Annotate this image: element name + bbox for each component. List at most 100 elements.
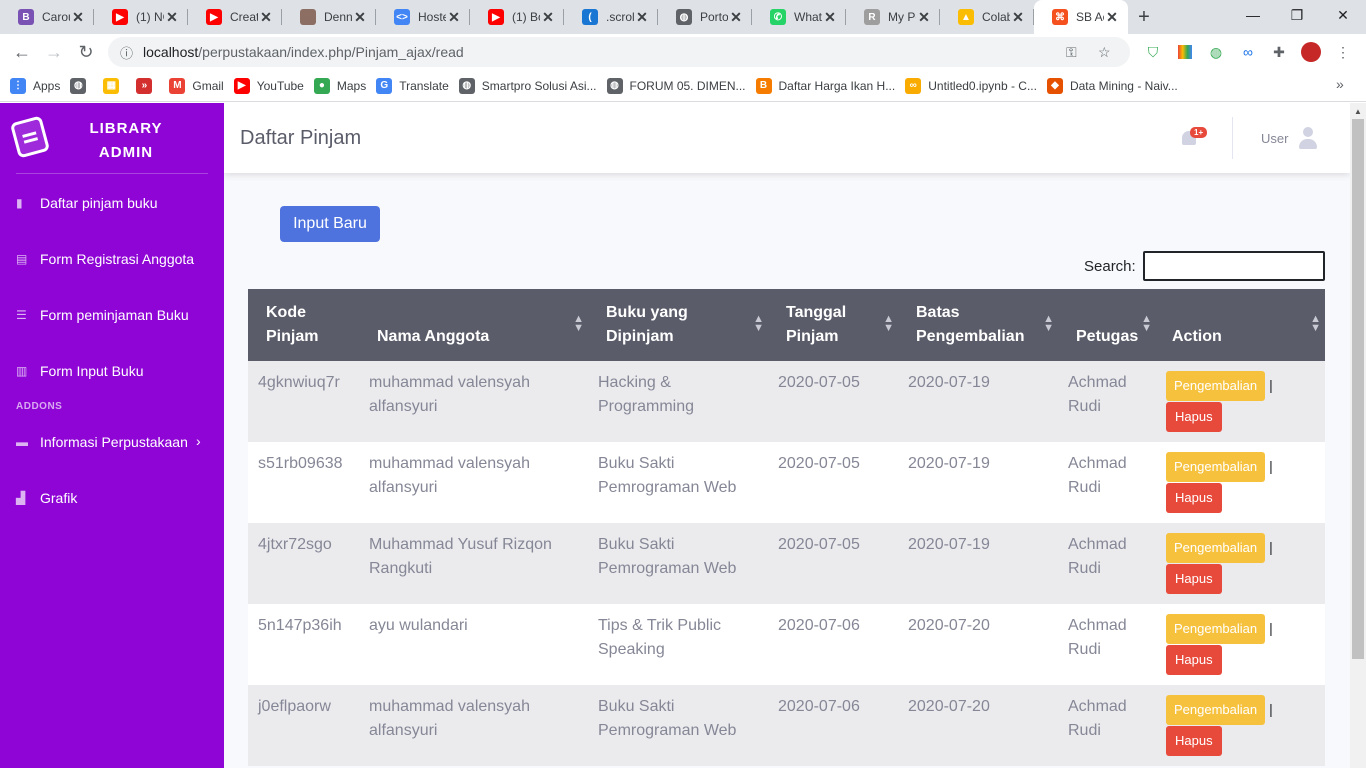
column-header-petugas[interactable]: Petugas ▲ ▼	[1058, 289, 1156, 361]
tab-close-icon[interactable]: ✕	[822, 9, 838, 26]
cell-petugas: Achmad Rudi	[1068, 374, 1127, 415]
reload-icon[interactable]: ↻	[70, 36, 102, 68]
sidebar-item-input-buku[interactable]: ▥ Form Input Buku	[16, 363, 144, 379]
sidebar-item-daftar-pinjam[interactable]: ▮ Daftar pinjam buku	[16, 195, 158, 211]
user-name[interactable]: User	[1261, 131, 1288, 146]
bookmark-item[interactable]: ◍ Smartpro Solusi Asi...	[458, 77, 597, 94]
column-header-batas[interactable]: Batas Pengembalian ▲ ▼	[898, 289, 1058, 361]
sidebar-item-registrasi-anggota[interactable]: ▤ Form Registrasi Anggota	[16, 251, 194, 267]
search-label: Search:	[1084, 258, 1136, 275]
scroll-up-icon[interactable]: ▲	[1354, 107, 1362, 116]
browser-tab[interactable]: ▶ (1) Bo✕	[470, 0, 564, 34]
more-bookmarks-icon[interactable]: »	[1336, 76, 1344, 92]
bookmark-item[interactable]: G Translate	[376, 77, 449, 94]
bookmark-item[interactable]: ◆ Data Mining - Naiv...	[1046, 77, 1178, 94]
browser-tab[interactable]: Denni✕	[282, 0, 376, 34]
browser-tab[interactable]: ✆ What ✕	[752, 0, 846, 34]
tab-close-icon[interactable]: ✕	[728, 9, 744, 26]
column-header-tanggal[interactable]: Tanggal Pinjam ▲ ▼	[768, 289, 898, 361]
bookmark-star-icon[interactable]: ☆	[1098, 44, 1111, 61]
address-bar[interactable]: ⓘ localhost/perpustakaan/index.php/Pinja…	[108, 37, 1130, 67]
bookmark-item[interactable]: ∞ Untitled0.ipynb - C...	[905, 77, 1037, 94]
browser-tab[interactable]: <> Hoste✕	[376, 0, 470, 34]
hapus-button[interactable]: Hapus	[1166, 483, 1222, 513]
column-header-buku[interactable]: Buku yang Dipinjam ▲ ▼	[588, 289, 768, 361]
hapus-button[interactable]: Hapus	[1166, 645, 1222, 675]
minimize-icon[interactable]: —	[1230, 0, 1276, 30]
browser-tab[interactable]: ◍ Porto ✕	[658, 0, 752, 34]
color-picker-icon[interactable]	[1174, 41, 1196, 63]
tab-close-icon[interactable]: ✕	[1104, 9, 1120, 26]
pengembalian-button[interactable]: Pengembalian	[1166, 695, 1266, 725]
profile-avatar[interactable]	[1300, 41, 1322, 63]
sidebar-item-grafik[interactable]: ▟ Grafik	[16, 490, 77, 506]
chevron-right-icon[interactable]: ›	[196, 433, 201, 449]
new-tab-icon[interactable]: +	[1128, 0, 1160, 34]
input-baru-button[interactable]: Input Baru	[280, 206, 380, 242]
browser-tab-strip: BCarou✕▶(1) NC✕▶Creati✕Denni✕<>Hoste✕▶(1…	[0, 0, 1366, 34]
bookmark-item[interactable]: ● Maps	[313, 77, 366, 94]
bookmark-item[interactable]: ▦	[103, 77, 126, 94]
tab-close-icon[interactable]: ✕	[352, 9, 368, 26]
user-icon[interactable]	[1297, 127, 1319, 149]
tab-favicon-icon: R	[864, 9, 880, 25]
bookmark-item[interactable]: ◍ FORUM 05. DIMEN...	[606, 77, 746, 94]
adblock-shield-icon[interactable]: ⛉	[1142, 41, 1164, 63]
column-header-action[interactable]: Action ▲ ▼	[1156, 289, 1325, 361]
browser-tab[interactable]: ⌘ SB Ac✕	[1034, 0, 1128, 34]
browser-tab[interactable]: ▶ (1) NC✕	[94, 0, 188, 34]
tab-close-icon[interactable]: ✕	[446, 9, 462, 26]
column-header-kode[interactable]: Kode Pinjam	[248, 289, 359, 361]
tab-title: (1) Bo	[512, 10, 540, 24]
extensions-puzzle-icon[interactable]: ✚	[1268, 41, 1290, 63]
browser-tab[interactable]: B Carou✕	[0, 0, 94, 34]
pengembalian-button[interactable]: Pengembalian	[1166, 533, 1266, 563]
tab-close-icon[interactable]: ✕	[916, 9, 932, 26]
close-window-icon[interactable]: ✕	[1320, 0, 1366, 30]
pengembalian-button[interactable]: Pengembalian	[1166, 452, 1266, 482]
pengembalian-button[interactable]: Pengembalian	[1166, 614, 1266, 644]
sort-icon: ▲ ▼	[1141, 313, 1152, 334]
forward-icon[interactable]: →	[38, 36, 70, 68]
browser-menu-icon[interactable]: ⋮	[1332, 41, 1354, 63]
table-row: j0eflpaorw muhammad valensyah alfansyuri B…	[248, 685, 1325, 766]
sidebar-brand[interactable]: LIBRARY ADMIN	[0, 103, 224, 173]
tab-close-icon[interactable]: ✕	[164, 9, 180, 26]
bookmark-item[interactable]: ◍	[70, 77, 93, 94]
bookmark-item[interactable]: ⋮ Apps	[10, 77, 60, 94]
browser-tab[interactable]: R My Pc✕	[846, 0, 940, 34]
bookmark-label: Daftar Harga Ikan H...	[778, 78, 896, 93]
bookmark-item[interactable]: B Daftar Harga Ikan H...	[755, 77, 896, 94]
hapus-button[interactable]: Hapus	[1166, 726, 1222, 756]
page-scrollbar[interactable]: ▲	[1350, 103, 1366, 768]
bookmark-item[interactable]: ▶ YouTube	[233, 77, 304, 94]
browser-tab[interactable]: (.scroll✕	[564, 0, 658, 34]
sidebar-item-informasi-perpustakaan[interactable]: ▬ Informasi Perpustakaan	[16, 434, 188, 450]
hapus-button[interactable]: Hapus	[1166, 402, 1222, 432]
tab-close-icon[interactable]: ✕	[634, 9, 650, 26]
tab-close-icon[interactable]: ✕	[70, 9, 86, 26]
tab-close-icon[interactable]: ✕	[258, 9, 274, 26]
bookmark-item[interactable]: »	[136, 77, 159, 94]
sidebar-item-peminjaman-buku[interactable]: ☰ Form peminjaman Buku	[16, 307, 189, 323]
site-info-icon[interactable]: ⓘ	[120, 43, 133, 62]
back-icon[interactable]: ←	[6, 36, 38, 68]
infinity-extension-icon[interactable]: ∞	[1237, 41, 1259, 63]
bookmark-item[interactable]: M Gmail	[169, 77, 224, 94]
browser-tab[interactable]: ▲ Colab✕	[940, 0, 1034, 34]
column-header-nama[interactable]: Nama Anggota ▲ ▼	[359, 289, 588, 361]
tab-close-icon[interactable]: ✕	[1010, 9, 1026, 26]
pengembalian-button[interactable]: Pengembalian	[1166, 371, 1266, 401]
bookmark-label: Data Mining - Naiv...	[1069, 78, 1178, 93]
table-header-row: Kode Pinjam Nama Anggota ▲ ▼ Buku yang Dip…	[248, 289, 1325, 361]
tab-close-icon[interactable]: ✕	[540, 9, 556, 26]
maximize-icon[interactable]: ❐	[1274, 0, 1320, 30]
search-input[interactable]	[1143, 251, 1325, 281]
bookmark-favicon-icon: ◆	[1046, 77, 1063, 94]
scroll-thumb[interactable]	[1352, 119, 1364, 659]
bookmark-favicon-icon: G	[376, 77, 393, 94]
browser-tab[interactable]: ▶ Creati✕	[188, 0, 282, 34]
key-icon[interactable]: ⚿	[1066, 44, 1077, 61]
hapus-button[interactable]: Hapus	[1166, 564, 1222, 594]
globe-extension-icon[interactable]: ◍	[1205, 41, 1227, 63]
